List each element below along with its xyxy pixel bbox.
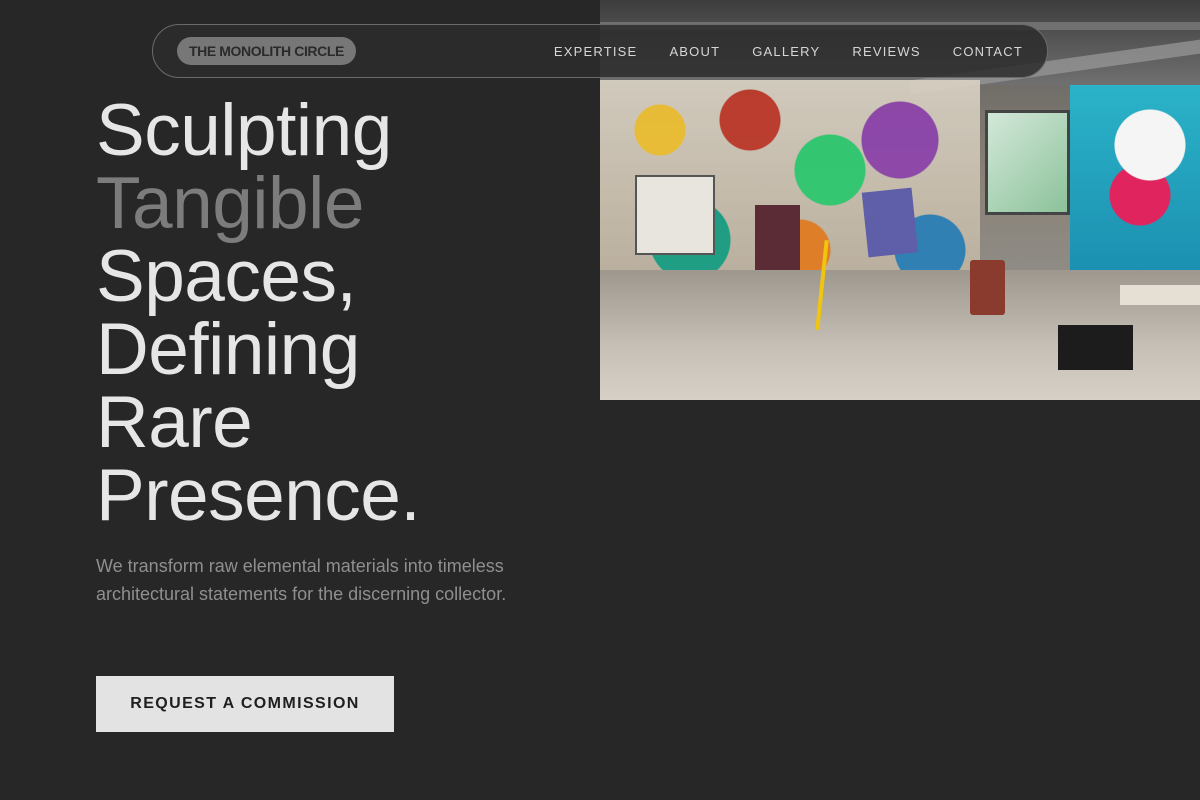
headline-line-highlight: Tangible — [96, 163, 364, 244]
request-commission-button[interactable]: REQUEST A COMMISSION — [96, 676, 394, 732]
image-chair — [970, 260, 1005, 315]
headline-line: Rare — [96, 382, 253, 463]
hero-headline: Sculpting Tangible Spaces, Defining Rare… — [96, 90, 421, 536]
headline-line: Sculpting — [96, 90, 392, 171]
nav-link-expertise[interactable]: EXPERTISE — [554, 44, 638, 59]
headline-line: Presence. — [96, 455, 421, 536]
page: THE MONOLITH CIRCLE EXPERTISE ABOUT GALL… — [0, 0, 1200, 800]
image-window — [985, 110, 1070, 215]
image-table — [1120, 285, 1200, 305]
nav-link-contact[interactable]: CONTACT — [953, 44, 1023, 59]
nav-link-about[interactable]: ABOUT — [669, 44, 720, 59]
image-canvas — [861, 187, 919, 258]
headline-line: Spaces, — [96, 236, 357, 317]
top-navigation: THE MONOLITH CIRCLE EXPERTISE ABOUT GALL… — [152, 24, 1048, 78]
nav-link-reviews[interactable]: REVIEWS — [852, 44, 920, 59]
image-mural — [1070, 85, 1200, 275]
headline-line: Defining — [96, 309, 360, 390]
image-case — [1058, 325, 1133, 370]
brand-logo[interactable]: THE MONOLITH CIRCLE — [177, 37, 356, 65]
hero-subtext: We transform raw elemental materials int… — [96, 556, 507, 604]
image-canvas — [635, 175, 715, 255]
nav-links: EXPERTISE ABOUT GALLERY REVIEWS CONTACT — [554, 44, 1023, 59]
nav-link-gallery[interactable]: GALLERY — [752, 44, 820, 59]
image-canvas — [755, 205, 800, 275]
